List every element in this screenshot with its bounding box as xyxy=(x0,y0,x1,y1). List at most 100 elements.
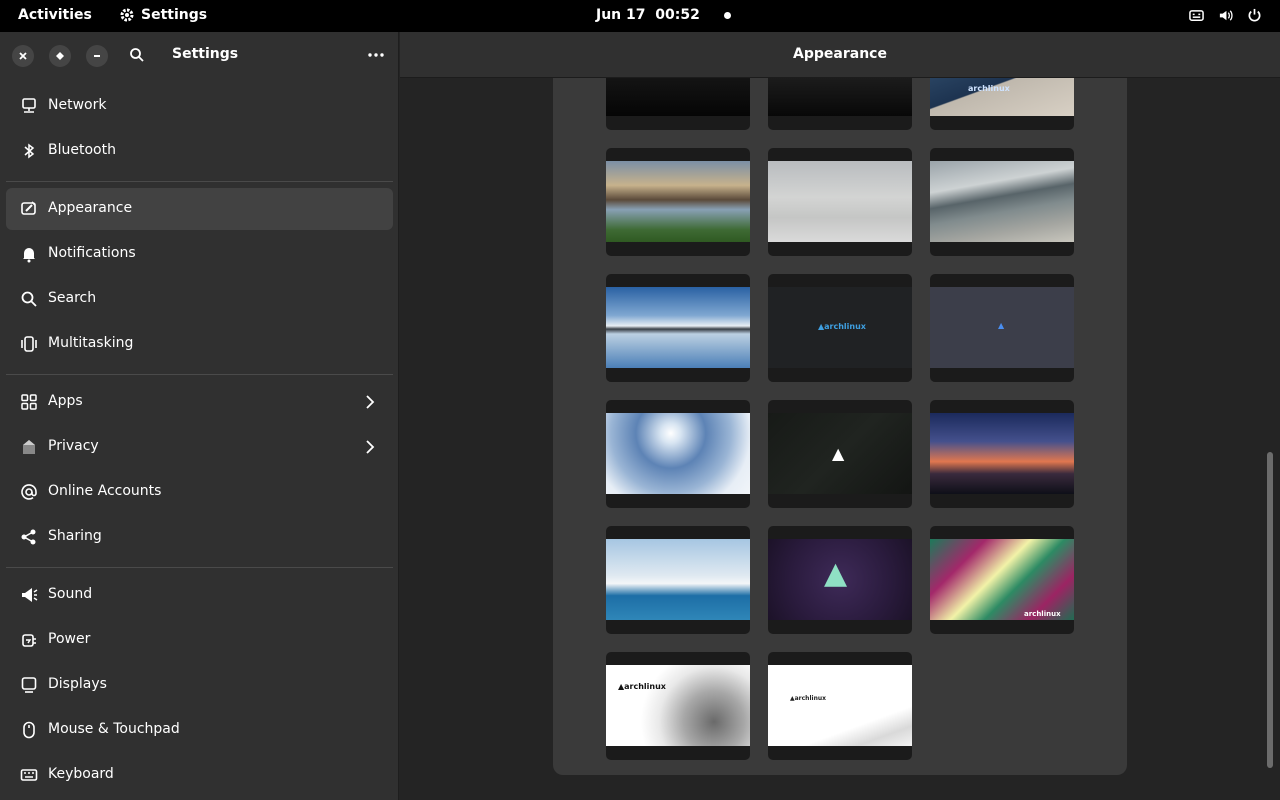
sidebar-item-multitasking[interactable]: Multitasking xyxy=(6,323,393,365)
main-content: Appearance archlinux ▲archlinux ▲ ▲ ▲ ar… xyxy=(400,32,1280,800)
page-title: Appearance xyxy=(793,46,887,62)
clock[interactable]: Jun 17 00:52 xyxy=(596,7,731,23)
wallpaper-thumbnail[interactable] xyxy=(768,78,912,130)
keyboard-layout-icon xyxy=(1189,10,1204,21)
divider xyxy=(6,567,393,568)
bell-icon xyxy=(23,248,35,263)
scrollbar-thumb[interactable] xyxy=(1267,452,1273,768)
minimize-window-button[interactable] xyxy=(86,45,108,67)
arch-logo-icon: ▲ xyxy=(824,556,848,591)
search-icon[interactable] xyxy=(128,46,146,64)
sidebar-item-notifications[interactable]: Notifications xyxy=(6,233,393,275)
wallpaper-thumbnail[interactable] xyxy=(606,148,750,256)
sidebar-item-power[interactable]: Power xyxy=(6,619,393,661)
maximize-icon xyxy=(56,52,64,60)
sidebar-item-label: Sound xyxy=(48,586,93,602)
sidebar-item-sharing[interactable]: Sharing xyxy=(6,516,393,558)
sidebar-item-label: Mouse & Touchpad xyxy=(48,721,180,737)
privacy-icon xyxy=(23,440,35,454)
system-tray[interactable] xyxy=(1189,8,1262,23)
appearance-icon xyxy=(21,201,36,215)
chevron-right-icon xyxy=(366,440,375,454)
wallpaper-thumbnail[interactable] xyxy=(606,274,750,382)
sidebar-item-label: Multitasking xyxy=(48,335,134,351)
archlinux-logo: ▲archlinux xyxy=(618,682,666,691)
keyboard-icon xyxy=(20,769,38,781)
wallpaper-thumbnail[interactable]: ▲archlinux xyxy=(606,652,750,760)
sidebar-item-label: Online Accounts xyxy=(48,483,162,499)
wallpaper-thumbnail[interactable] xyxy=(606,526,750,634)
sidebar-item-bluetooth[interactable]: Bluetooth xyxy=(6,130,393,172)
power-plug-icon xyxy=(22,634,36,647)
main-header: Appearance xyxy=(400,32,1280,78)
sidebar-item-label: Search xyxy=(48,290,97,306)
archlinux-logo: ▲archlinux xyxy=(790,695,826,702)
arch-logo-icon: ▲ xyxy=(832,444,845,463)
sidebar-item-apps[interactable]: Apps xyxy=(6,381,393,423)
sidebar: Settings Network Bluetooth Appearance No… xyxy=(0,32,399,800)
sidebar-item-label: Power xyxy=(48,631,91,647)
sidebar-item-label: Privacy xyxy=(48,438,99,454)
sidebar-item-displays[interactable]: Displays xyxy=(6,664,393,706)
sidebar-item-label: Notifications xyxy=(48,245,136,261)
apps-icon xyxy=(21,394,37,410)
app-menu[interactable]: Settings xyxy=(119,7,207,23)
divider xyxy=(6,181,393,182)
wallpaper-thumbnail[interactable] xyxy=(930,400,1074,508)
chevron-right-icon xyxy=(366,395,375,409)
sidebar-item-privacy[interactable]: Privacy xyxy=(6,426,393,468)
at-icon xyxy=(21,484,37,500)
app-name: Settings xyxy=(141,7,208,23)
sidebar-item-mouse-touchpad[interactable]: Mouse & Touchpad xyxy=(6,709,393,751)
sidebar-item-label: Bluetooth xyxy=(48,142,116,158)
minimize-icon xyxy=(94,55,100,57)
wallpaper-thumbnail[interactable]: ▲archlinux xyxy=(768,274,912,382)
clock-date: Jun 17 xyxy=(596,7,646,23)
sidebar-item-label: Apps xyxy=(48,393,83,409)
archlinux-logo: ▲archlinux xyxy=(818,322,866,331)
sidebar-item-keyboard[interactable]: Keyboard xyxy=(6,754,393,796)
wallpaper-thumbnail[interactable]: ▲ xyxy=(930,274,1074,382)
share-icon xyxy=(21,529,36,545)
volume-icon xyxy=(1219,10,1233,21)
sidebar-item-label: Displays xyxy=(48,676,107,692)
wallpaper-thumbnail[interactable] xyxy=(606,400,750,508)
speaker-icon xyxy=(22,588,38,602)
sidebar-title: Settings xyxy=(172,46,239,62)
archlinux-logo: archlinux xyxy=(968,84,1010,93)
mouse-icon xyxy=(23,721,35,739)
arch-logo-icon: ▲ xyxy=(998,321,1005,330)
wallpaper-thumbnail[interactable]: ▲ xyxy=(768,400,912,508)
more-options-icon[interactable] xyxy=(366,46,386,64)
wallpaper-grid: archlinux ▲archlinux ▲ ▲ ▲ archlinux ▲ar… xyxy=(553,78,1127,775)
sidebar-item-label: Sharing xyxy=(48,528,102,544)
sidebar-item-search[interactable]: Search xyxy=(6,278,393,320)
gear-icon xyxy=(120,8,134,22)
wallpaper-thumbnail[interactable]: ▲ xyxy=(768,526,912,634)
wallpaper-thumbnail[interactable] xyxy=(606,78,750,130)
close-icon xyxy=(19,52,27,60)
network-icon xyxy=(22,98,36,113)
wallpaper-thumbnail[interactable] xyxy=(930,148,1074,256)
sidebar-item-appearance[interactable]: Appearance xyxy=(6,188,393,230)
maximize-window-button[interactable] xyxy=(49,45,71,67)
wallpaper-thumbnail[interactable]: archlinux xyxy=(930,526,1074,634)
sidebar-item-label: Appearance xyxy=(48,200,133,216)
sidebar-item-label: Network xyxy=(48,97,107,113)
archlinux-logo: archlinux xyxy=(1024,610,1061,618)
sidebar-item-network[interactable]: Network xyxy=(6,85,393,127)
search-icon xyxy=(21,291,37,307)
divider xyxy=(6,374,393,375)
sidebar-item-online-accounts[interactable]: Online Accounts xyxy=(6,471,393,513)
wallpaper-thumbnail[interactable] xyxy=(768,148,912,256)
sidebar-item-sound[interactable]: Sound xyxy=(6,574,393,616)
sidebar-header: Settings xyxy=(0,32,398,78)
display-icon xyxy=(21,677,37,693)
wallpaper-thumbnail[interactable]: archlinux xyxy=(930,78,1074,130)
close-window-button[interactable] xyxy=(12,45,34,67)
activities-button[interactable]: Activities xyxy=(18,7,92,23)
top-bar: Activities Settings Jun 17 00:52 xyxy=(0,0,1280,32)
notification-dot xyxy=(723,11,731,19)
wallpaper-thumbnail[interactable]: ▲archlinux xyxy=(768,652,912,760)
multitasking-icon xyxy=(21,336,37,352)
